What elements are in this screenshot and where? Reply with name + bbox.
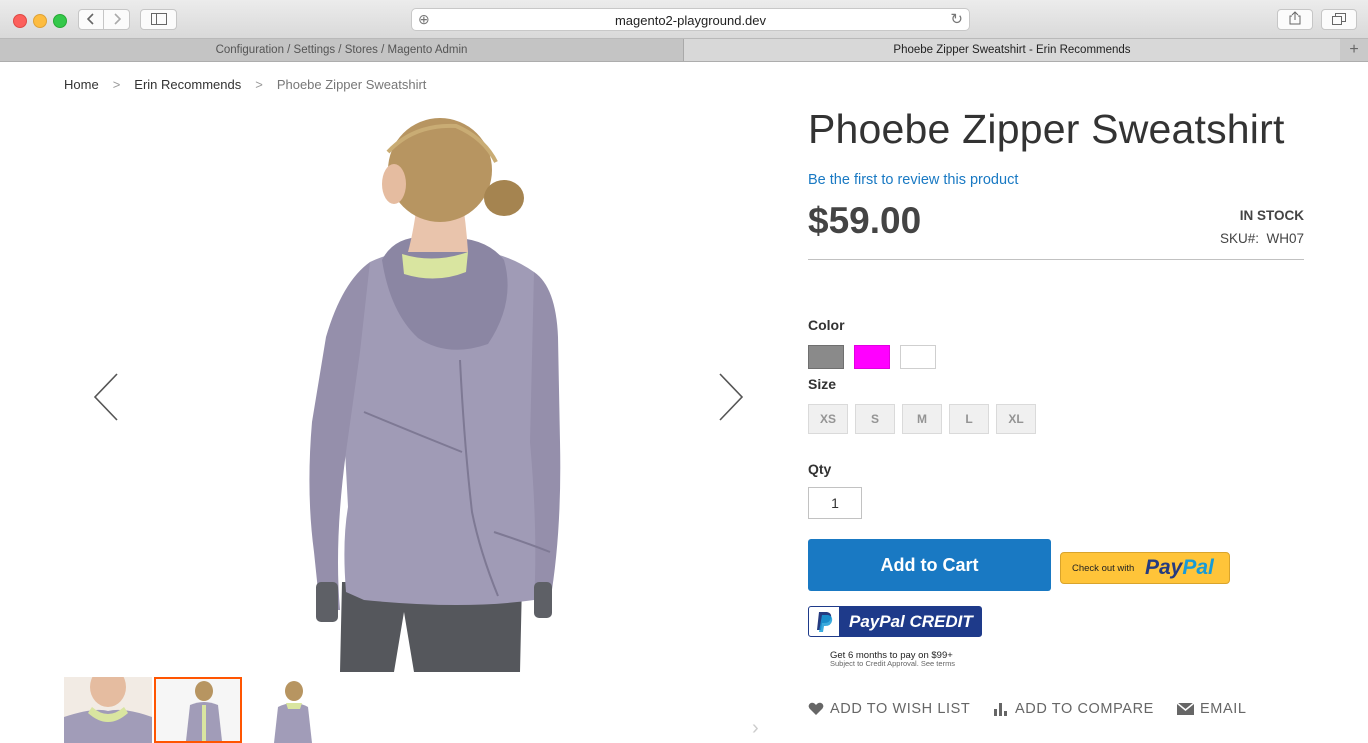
new-tab-button[interactable]: +: [1340, 39, 1368, 61]
add-to-cart-button[interactable]: Add to Cart: [808, 539, 1051, 591]
email-link[interactable]: EMAIL: [1177, 701, 1247, 717]
breadcrumb-separator: >: [112, 77, 121, 92]
breadcrumb-current: Phoebe Zipper Sweatshirt: [276, 77, 427, 92]
add-to-wishlist-link[interactable]: ADD TO WISH LIST: [808, 701, 970, 717]
size-label: Size: [808, 376, 837, 392]
paypal-checkout-button[interactable]: Check out with PayPal: [1060, 552, 1230, 584]
share-button[interactable]: [1277, 9, 1313, 30]
paypal-credit-button[interactable]: PayPal CREDIT: [808, 606, 982, 637]
paypal-credit-label: PayPal CREDIT: [849, 612, 973, 631]
breadcrumb-separator: >: [255, 77, 263, 92]
size-xs[interactable]: XS: [808, 404, 848, 434]
breadcrumb-category[interactable]: Erin Recommends: [134, 77, 241, 92]
product-title: Phoebe Zipper Sweatshirt: [808, 106, 1285, 152]
thumbnail-2-selected[interactable]: [154, 677, 242, 743]
sku-line: SKU#: WH07: [1220, 231, 1304, 246]
compare-label: ADD TO COMPARE: [1015, 701, 1154, 717]
size-s[interactable]: S: [855, 404, 895, 434]
breadcrumb: Home > Erin Recommends > Phoebe Zipper Sweat…: [64, 77, 426, 92]
tabs-overview-button[interactable]: [1321, 9, 1357, 30]
thumbnail-3[interactable]: [244, 677, 332, 743]
sku-value: WH07: [1266, 231, 1304, 246]
swatch-magenta[interactable]: [854, 345, 890, 369]
size-l[interactable]: L: [949, 404, 989, 434]
gallery-next-arrow[interactable]: [717, 367, 745, 436]
size-m[interactable]: M: [902, 404, 942, 434]
chevron-left-icon: [93, 373, 118, 421]
reload-icon[interactable]: ↻: [950, 10, 963, 28]
tab-magento-admin[interactable]: Configuration / Settings / Stores / Mage…: [0, 39, 684, 61]
sku-label: SKU#:: [1219, 231, 1259, 246]
product-page: Home > Erin Recommends > Phoebe Zipper Sweat…: [0, 62, 1368, 743]
qty-label: Qty: [808, 461, 832, 477]
qty-input[interactable]: 1: [808, 487, 862, 519]
address-bar[interactable]: ⊕ magento2-playground.dev ↻: [411, 8, 970, 31]
paypal-p-icon: [809, 607, 839, 636]
chevron-left-icon: [86, 12, 95, 28]
breadcrumb-home[interactable]: Home: [64, 77, 99, 92]
product-price: $59.00: [808, 200, 922, 241]
review-link[interactable]: Be the first to review this product: [808, 172, 1018, 188]
minimize-window-button[interactable]: [33, 14, 47, 28]
compare-icon: [994, 703, 1007, 716]
divider: [808, 259, 1304, 260]
chevron-right-icon: [719, 373, 744, 421]
sidebar-toggle-button[interactable]: [140, 9, 177, 30]
email-label: EMAIL: [1200, 701, 1247, 717]
chevron-right-icon: [113, 12, 121, 28]
url-text: magento2-playground.dev: [614, 13, 767, 28]
forward-button[interactable]: [103, 9, 130, 30]
thumbnail-next-arrow[interactable]: ›: [752, 717, 759, 740]
stock-status: IN STOCK: [1239, 208, 1304, 223]
wishlist-label: ADD TO WISH LIST: [830, 701, 971, 717]
product-main-image[interactable]: [64, 112, 764, 672]
envelope-icon: [1177, 703, 1194, 715]
tab-bar: Configuration / Settings / Stores / Mage…: [0, 39, 1368, 62]
sidebar-icon: [150, 12, 167, 28]
gallery-prev-arrow[interactable]: [92, 367, 120, 436]
paypal-logo: PayPal: [1145, 556, 1214, 579]
sweatshirt-photo: [309, 118, 561, 672]
thumbnail-1[interactable]: [64, 677, 152, 743]
swatch-white[interactable]: [900, 345, 936, 369]
add-to-compare-link[interactable]: ADD TO COMPARE: [993, 701, 1154, 717]
back-button[interactable]: [78, 9, 104, 30]
credit-subnote[interactable]: Subject to Credit Approval. See terms: [830, 659, 955, 668]
size-xl[interactable]: XL: [996, 404, 1036, 434]
share-icon: [1289, 11, 1301, 28]
tab-product-page[interactable]: Phoebe Zipper Sweatshirt - Erin Recommen…: [684, 39, 1340, 61]
close-window-button[interactable]: [13, 14, 27, 28]
heart-icon: [808, 702, 824, 715]
zoom-window-button[interactable]: [53, 14, 67, 28]
paypal-checkout-text: Check out with: [1072, 563, 1135, 574]
browser-titlebar: ⊕ magento2-playground.dev ↻: [0, 0, 1368, 39]
swatch-gray[interactable]: [808, 345, 844, 369]
color-label: Color: [808, 317, 845, 333]
tabs-icon: [1332, 12, 1346, 28]
